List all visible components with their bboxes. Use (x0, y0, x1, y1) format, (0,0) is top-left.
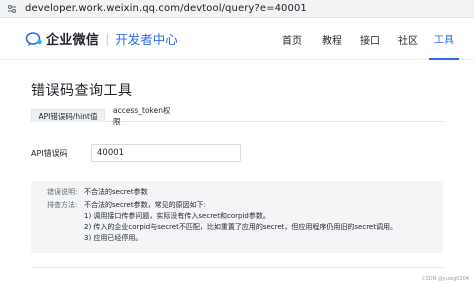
error-code-form: API错误码 40001 (31, 144, 241, 162)
tab-access-token-permission[interactable]: access_token权限 (113, 106, 175, 126)
tab-api-error-code[interactable]: API错误码/hint值 (31, 109, 105, 122)
nav-tutorials[interactable]: 教程 (318, 18, 346, 60)
troubleshoot-label: 排查方法: (47, 201, 78, 209)
site-info-icon[interactable] (6, 3, 18, 15)
troubleshoot-line: 2) 传入的企业corpid与secret不匹配，比如重置了应用的secret，… (84, 223, 397, 231)
nav-tools[interactable]: 工具 (429, 18, 459, 60)
nav-home[interactable]: 首页 (278, 18, 306, 60)
browser-address-bar[interactable]: developer.work.weixin.qq.com/devtool/que… (0, 0, 474, 18)
nav-api[interactable]: 接口 (356, 18, 384, 60)
logo[interactable]: 企业微信 | 开发者中心 (25, 29, 178, 48)
tab-bar: API错误码/hint值 access_token权限 (31, 106, 443, 126)
wecom-logo-icon (25, 31, 42, 46)
site-header: 企业微信 | 开发者中心 首页 教程 接口 社区 工具 (0, 18, 474, 60)
brand-name: 企业微信 (46, 33, 100, 48)
page-title: 错误码查询工具 (31, 83, 133, 99)
brand-separator: | (105, 31, 110, 46)
description-value: 不合法的secret参数 (84, 188, 148, 196)
divider (31, 267, 443, 268)
main-nav: 首页 教程 接口 社区 工具 (278, 18, 474, 60)
description-label: 错误说明: (47, 188, 78, 196)
nav-community[interactable]: 社区 (394, 18, 422, 60)
troubleshoot-line: 不合法的secret参数，常见的原因如下: (84, 201, 206, 209)
result-panel: 错误说明: 不合法的secret参数 排查方法: 不合法的secret参数，常见… (31, 181, 443, 253)
url-text[interactable]: developer.work.weixin.qq.com/devtool/que… (25, 3, 307, 14)
troubleshoot-line: 1) 调用接口传参问题，实际没有传入secret和corpid参数。 (84, 212, 270, 220)
error-code-input[interactable]: 40001 (91, 144, 241, 162)
error-code-label: API错误码 (31, 148, 68, 158)
watermark: CSDN @yuwg0204 (422, 276, 469, 282)
troubleshoot-line: 3) 应用已经停用。 (84, 234, 143, 242)
developer-center-title: 开发者中心 (115, 32, 178, 47)
